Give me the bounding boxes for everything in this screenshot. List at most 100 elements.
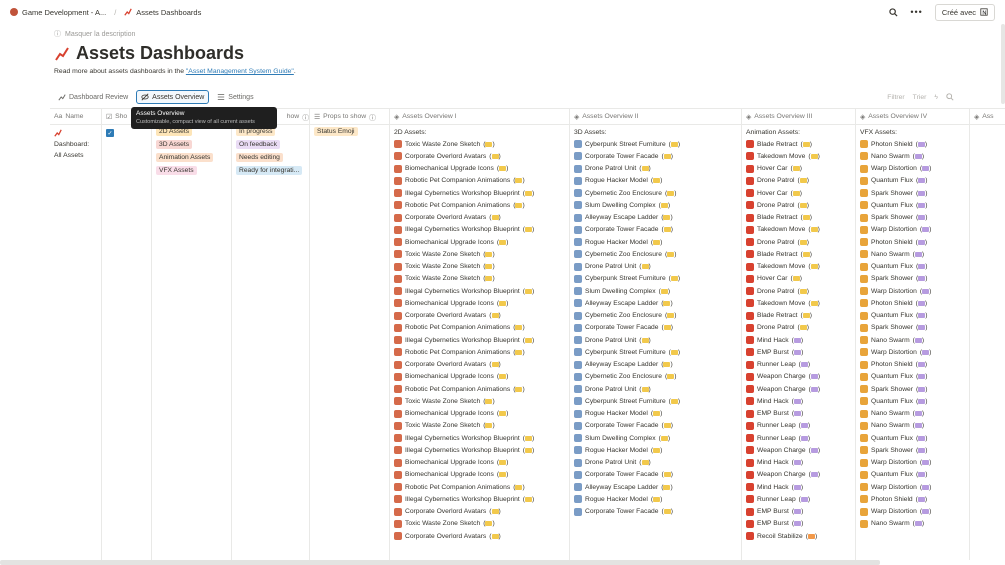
cell-ov3[interactable]: Animation Assets: Blade Retract() Takedow… [742,125,856,560]
list-item[interactable]: Photon Shield() [860,493,965,505]
list-item[interactable]: Blade Retract() [746,212,851,224]
list-item[interactable]: Biomechanical Upgrade Icons() [394,371,565,383]
list-item[interactable]: EMP Burst() [746,518,851,530]
tab-assets-overview[interactable]: Assets Overview [136,90,210,104]
list-item[interactable]: Slum Dwelling Complex() [574,199,737,211]
list-item[interactable]: Rogue Hacker Model() [574,444,737,456]
cell-types[interactable]: 2D Assets 3D Assets Animation Assets VFX… [152,125,232,560]
list-item[interactable]: Toxic Waste Zone Sketch() [394,420,565,432]
list-item[interactable]: Hover Car() [746,187,851,199]
list-item[interactable]: Quantum Flux() [860,395,965,407]
lightning-icon[interactable]: ϟ [934,94,938,101]
list-item[interactable]: Drone Patrol Unit() [574,457,737,469]
list-item[interactable]: Nano Swarm() [860,408,965,420]
breadcrumb-workspace[interactable]: Game Development - A... [22,8,106,17]
list-item[interactable]: Corporate Overlord Avatars() [394,150,565,162]
list-item[interactable]: Robotic Pet Companion Animations() [394,481,565,493]
tab-dashboard-review[interactable]: Dashboard Review [54,91,132,103]
list-item[interactable]: Cybernetic Zoo Enclosure() [574,187,737,199]
list-item[interactable]: Warp Distortion() [860,285,965,297]
sort-button[interactable]: Trier [913,94,927,101]
list-item[interactable]: Cyberpunk Street Furniture() [574,395,737,407]
list-item[interactable]: Rogue Hacker Model() [574,236,737,248]
list-item[interactable]: Quantum Flux() [860,432,965,444]
list-item[interactable]: Blade Retract() [746,310,851,322]
list-item[interactable]: Takedown Move() [746,224,851,236]
guide-link[interactable]: "Asset Management System Guide" [186,68,294,75]
vertical-scrollbar[interactable] [1001,24,1005,104]
cell-name[interactable]: Dashboard: All Assets [50,125,102,560]
list-item[interactable]: Warp Distortion() [860,457,965,469]
list-item[interactable]: Spark Shower() [860,444,965,456]
list-item[interactable]: Toxic Waste Zone Sketch() [394,395,565,407]
list-item[interactable]: Toxic Waste Zone Sketch() [394,248,565,260]
list-item[interactable]: Toxic Waste Zone Sketch() [394,518,565,530]
list-item[interactable]: Photon Shield() [860,138,965,150]
list-item[interactable]: Warp Distortion() [860,506,965,518]
breadcrumb-page[interactable]: Assets Dashboards [136,8,201,17]
list-item[interactable]: Robotic Pet Companion Animations() [394,346,565,358]
list-item[interactable]: Spark Shower() [860,212,965,224]
more-icon[interactable]: ••• [910,7,922,17]
list-item[interactable]: Corporate Overlord Avatars() [394,310,565,322]
list-item[interactable]: Quantum Flux() [860,469,965,481]
list-item[interactable]: Alleyway Escape Ladder() [574,359,737,371]
list-item[interactable]: Runner Leap() [746,420,851,432]
list-item[interactable]: Spark Shower() [860,187,965,199]
list-item[interactable]: Illegal Cybernetics Workshop Blueprint() [394,444,565,456]
list-item[interactable]: Robotic Pet Companion Animations() [394,322,565,334]
search-icon[interactable] [946,93,954,101]
list-item[interactable]: Nano Swarm() [860,420,965,432]
list-item[interactable]: Runner Leap() [746,493,851,505]
list-item[interactable]: Corporate Tower Facade() [574,469,737,481]
list-item[interactable]: Corporate Tower Facade() [574,322,737,334]
list-item[interactable]: Quantum Flux() [860,371,965,383]
list-item[interactable]: Corporate Tower Facade() [574,150,737,162]
list-item[interactable]: Corporate Overlord Avatars() [394,506,565,518]
list-item[interactable]: Biomechanical Upgrade Icons() [394,408,565,420]
cell-props[interactable]: Status Emoji [310,125,390,560]
list-item[interactable]: Quantum Flux() [860,199,965,211]
list-item[interactable]: Mind Hack() [746,334,851,346]
list-item[interactable]: Quantum Flux() [860,310,965,322]
list-item[interactable]: Drone Patrol Unit() [574,334,737,346]
list-item[interactable]: Spark Shower() [860,322,965,334]
list-item[interactable]: Warp Distortion() [860,346,965,358]
list-item[interactable]: Mind Hack() [746,395,851,407]
list-item[interactable]: Biomechanical Upgrade Icons() [394,297,565,309]
cell-ov1[interactable]: 2D Assets: Toxic Waste Zone Sketch() Corp… [390,125,570,560]
list-item[interactable]: Alleyway Escape Ladder() [574,481,737,493]
list-item[interactable]: Cybernetic Zoo Enclosure() [574,371,737,383]
list-item[interactable]: Cyberpunk Street Furniture() [574,346,737,358]
cell-statuses[interactable]: In progress On feedback Needs editing Re… [232,125,310,560]
list-item[interactable]: Mind Hack() [746,457,851,469]
list-item[interactable]: Takedown Move() [746,150,851,162]
horizontal-scrollbar[interactable] [0,560,880,565]
column-header-ov5[interactable]: ◈ Ass [970,109,1005,125]
hide-description-button[interactable]: ⓘ Masquer la description [54,29,135,39]
list-item[interactable]: Photon Shield() [860,359,965,371]
filter-button[interactable]: Filtrer [887,94,904,101]
cell-ov2[interactable]: 3D Assets: Cyberpunk Street Furniture() C… [570,125,742,560]
list-item[interactable]: Robotic Pet Companion Animations() [394,383,565,395]
list-item[interactable]: Takedown Move() [746,297,851,309]
show-checkbox[interactable]: ✓ [106,129,114,137]
list-item[interactable]: Warp Distortion() [860,224,965,236]
list-item[interactable]: Hover Car() [746,273,851,285]
list-item[interactable]: Nano Swarm() [860,334,965,346]
cell-ov4[interactable]: VFX Assets: Photon Shield() Nano Swarm() W… [856,125,970,560]
list-item[interactable]: Toxic Waste Zone Sketch() [394,261,565,273]
list-item[interactable]: Takedown Move() [746,261,851,273]
list-item[interactable]: Illegal Cybernetics Workshop Blueprint() [394,493,565,505]
list-item[interactable]: Toxic Waste Zone Sketch() [394,138,565,150]
list-item[interactable]: Cybernetic Zoo Enclosure() [574,248,737,260]
column-header-ov2[interactable]: ◈ Assets Overview II [570,109,742,125]
list-item[interactable]: Alleyway Escape Ladder() [574,297,737,309]
search-icon[interactable] [889,7,898,17]
list-item[interactable]: Cybernetic Zoo Enclosure() [574,310,737,322]
column-header-ov3[interactable]: ◈ Assets Overview III [742,109,856,125]
list-item[interactable]: Corporate Overlord Avatars() [394,530,565,542]
list-item[interactable]: Rogue Hacker Model() [574,493,737,505]
list-item[interactable]: Weapon Charge() [746,371,851,383]
list-item[interactable]: Weapon Charge() [746,383,851,395]
